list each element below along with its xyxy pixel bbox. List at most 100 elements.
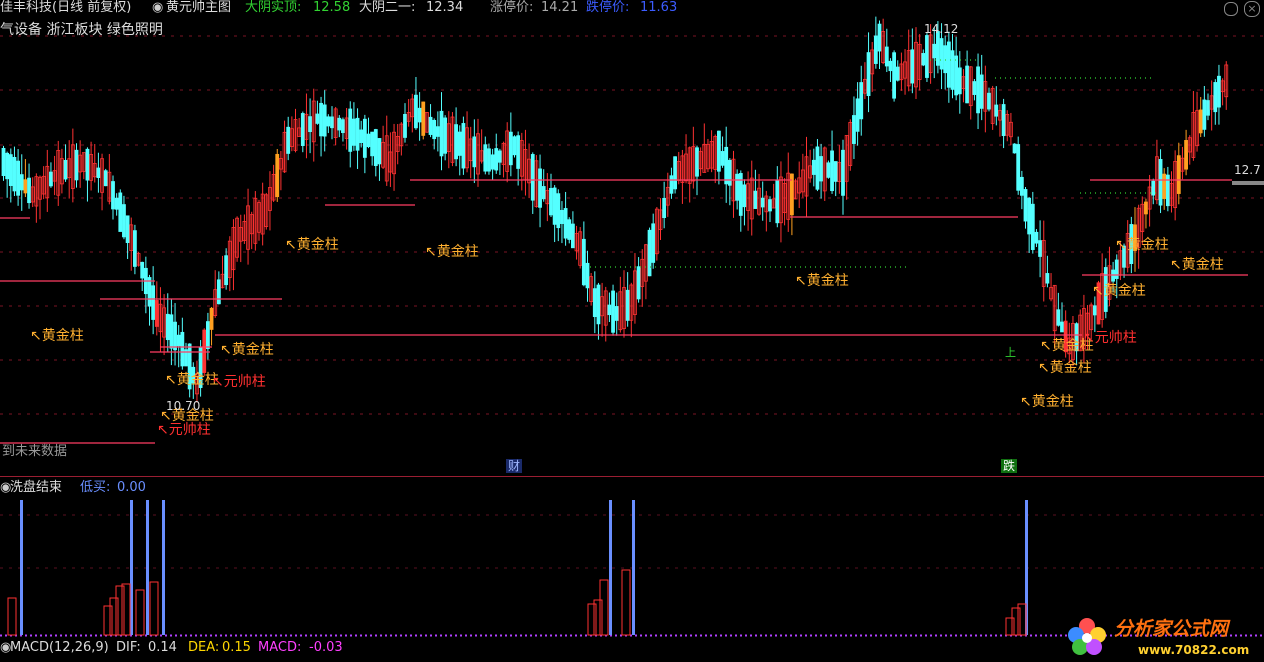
gold-bar-label: ↖黄金柱 bbox=[1170, 256, 1224, 273]
low-buy-bar bbox=[146, 500, 149, 635]
candle-body bbox=[669, 175, 674, 194]
future-data-note: 到未来数据 bbox=[2, 444, 68, 459]
candle-body bbox=[176, 334, 181, 347]
candle-body bbox=[625, 289, 630, 321]
candle-body bbox=[351, 118, 356, 146]
low-buy-bar bbox=[609, 500, 612, 635]
candle-body bbox=[337, 117, 342, 131]
candle-body bbox=[403, 114, 407, 138]
candle-body bbox=[1092, 305, 1097, 316]
candle-body bbox=[1151, 180, 1156, 196]
candle-body bbox=[472, 136, 477, 168]
candle-body bbox=[1034, 231, 1039, 244]
candle-body bbox=[147, 277, 152, 307]
candle-body bbox=[202, 329, 207, 373]
candle-body bbox=[717, 130, 721, 172]
candle-body bbox=[950, 50, 955, 90]
candle-body bbox=[873, 35, 878, 64]
candle-body bbox=[19, 174, 24, 191]
candle-body bbox=[74, 149, 79, 181]
candle-body bbox=[888, 60, 893, 72]
gold-bar-label: ↖黄金柱 bbox=[1092, 282, 1146, 299]
candle-body bbox=[169, 314, 174, 349]
candle-body bbox=[1206, 100, 1210, 116]
candle-body bbox=[636, 266, 641, 300]
candle-body bbox=[125, 215, 130, 243]
low-price-mark: 10.70 bbox=[166, 399, 201, 413]
candle-body bbox=[224, 255, 229, 286]
candle-body bbox=[111, 181, 115, 210]
macd-value-label: MACD: bbox=[258, 640, 302, 655]
candle-body bbox=[63, 159, 68, 180]
candle-body bbox=[1, 147, 6, 177]
candle-body bbox=[826, 162, 831, 178]
candle-body bbox=[355, 117, 360, 151]
candle-body bbox=[326, 116, 331, 127]
candle-body bbox=[753, 190, 758, 209]
candle-body bbox=[1012, 143, 1017, 154]
candle-body bbox=[315, 113, 320, 124]
candle-body bbox=[1019, 176, 1024, 196]
candle-body bbox=[8, 154, 13, 186]
candle-body bbox=[910, 49, 915, 84]
candle-body bbox=[987, 92, 991, 110]
candle-body bbox=[508, 131, 513, 166]
candle-body bbox=[979, 74, 984, 109]
candle-body bbox=[892, 52, 896, 99]
low-buy-bar bbox=[20, 500, 23, 635]
candle-body bbox=[366, 133, 371, 148]
candle-body bbox=[27, 177, 31, 204]
candle-body bbox=[1202, 99, 1207, 130]
candle-body bbox=[1162, 173, 1167, 199]
dif-value: 0.14 bbox=[148, 640, 177, 655]
washout-bar bbox=[109, 597, 119, 636]
washout-bar bbox=[1005, 617, 1015, 636]
washout-bar bbox=[1017, 603, 1027, 636]
candle-body bbox=[490, 154, 495, 170]
candle-body bbox=[1217, 75, 1221, 108]
candle-body bbox=[1056, 309, 1061, 326]
candle-body bbox=[165, 313, 170, 341]
candle-body bbox=[209, 307, 214, 330]
candle-body bbox=[695, 147, 699, 177]
candle-body bbox=[943, 45, 948, 74]
limit-down-marker[interactable]: 跌 bbox=[1001, 459, 1018, 473]
sub-panel-title: 洗盘结束 bbox=[10, 480, 63, 495]
gold-bar-label: ↖黄金柱 bbox=[285, 236, 339, 253]
candle-body bbox=[1213, 82, 1218, 113]
candle-body bbox=[830, 150, 834, 192]
gold-bar-label: ↖黄金柱 bbox=[165, 371, 219, 388]
candle-body bbox=[516, 135, 521, 169]
watermark: 分析家公式网 www.70822.com bbox=[1062, 616, 1258, 658]
kline-chart[interactable]: ↖黄金柱↖黄金柱↖黄金柱↖黄金柱↖黄金柱 ↖黄金柱↖黄金柱↖黄金柱↖黄金柱↖黄金柱… bbox=[0, 0, 1264, 662]
dif-label: DIF: bbox=[116, 640, 141, 655]
candle-body bbox=[560, 209, 564, 224]
candle-body bbox=[1001, 104, 1006, 137]
candle-body bbox=[735, 173, 740, 201]
candle-body bbox=[114, 197, 119, 210]
last-price-line bbox=[1232, 181, 1264, 185]
finance-marker[interactable]: 财 bbox=[506, 459, 523, 473]
washout-bar bbox=[593, 599, 603, 636]
candle-body bbox=[96, 167, 101, 178]
candle-body bbox=[308, 116, 313, 133]
candle-body bbox=[563, 208, 568, 239]
washout-bar bbox=[1011, 607, 1021, 636]
candle-body bbox=[457, 131, 462, 156]
candle-body bbox=[859, 82, 864, 120]
candle-body bbox=[884, 46, 889, 67]
candle-body bbox=[154, 300, 159, 327]
flower-logo-icon bbox=[1068, 618, 1106, 655]
candle-body bbox=[512, 136, 517, 156]
washout-bar bbox=[621, 569, 631, 636]
candle-body bbox=[12, 156, 17, 192]
macd-label: MACD(12,26,9) bbox=[10, 640, 109, 655]
gold-bar-label: ↖黄金柱 bbox=[220, 341, 274, 358]
candle-body bbox=[965, 65, 969, 104]
candle-body bbox=[16, 160, 21, 196]
candle-body bbox=[921, 53, 926, 66]
marshal-bar-label: ↖元帅柱 bbox=[1083, 330, 1137, 346]
candle-body bbox=[275, 153, 280, 198]
candle-body bbox=[216, 279, 221, 305]
watermark-url: www.70822.com bbox=[1138, 643, 1250, 657]
